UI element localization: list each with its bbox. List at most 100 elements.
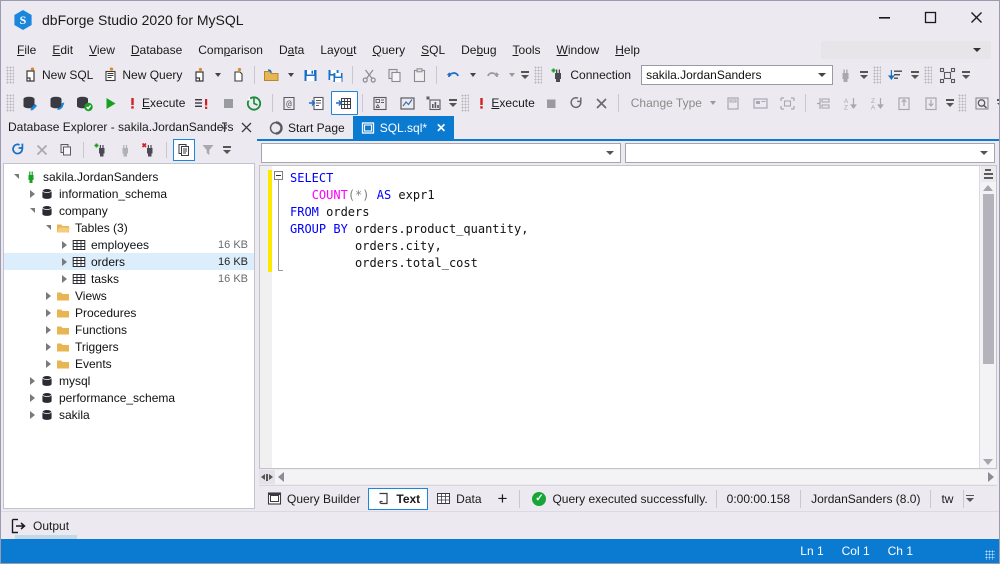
pin-icon[interactable] [217,120,231,134]
execute-to-file-button[interactable] [189,91,216,115]
change-type-button[interactable]: Change Type [623,91,706,115]
close-connection-button[interactable] [138,139,160,161]
filter-button[interactable] [197,139,219,161]
tree-node[interactable]: Events [4,355,254,372]
close-button[interactable] [953,1,999,33]
tree-node[interactable]: sakila [4,406,254,423]
new-connection-button[interactable]: Connection [545,63,635,87]
maximize-button[interactable] [907,1,953,33]
tree-node[interactable]: employees 16 KB [4,236,254,253]
toolbar-overflow-button[interactable] [996,93,999,113]
cut-button[interactable] [357,63,382,87]
hscroll-track[interactable] [275,470,997,484]
find-button[interactable] [969,91,996,115]
cancel-data-button[interactable] [589,91,614,115]
minimize-button[interactable] [861,1,907,33]
schema-combo[interactable] [261,143,621,163]
toolbar-grip[interactable] [534,66,543,84]
open-file-dropdown-arrow[interactable] [288,73,295,77]
tree-expand-arrow-icon[interactable] [42,323,55,336]
toolbar-grip[interactable] [957,94,966,112]
tree-node[interactable]: mysql [4,372,254,389]
menu-item-debug[interactable]: Debug [453,41,504,59]
object-combo[interactable] [625,143,995,163]
refresh-data-button[interactable] [564,91,589,115]
sort-button[interactable] [884,63,909,87]
disconnect-button[interactable] [114,139,136,161]
tree-collapse-arrow-icon[interactable] [42,221,55,234]
tree-expand-arrow-icon[interactable] [42,306,55,319]
duplicate-object-button[interactable] [55,139,77,161]
script-to-editor-button[interactable] [304,91,331,115]
scroll-left-arrow[interactable] [278,472,284,482]
tree-node[interactable]: company [4,202,254,219]
resize-grip[interactable] [985,550,995,560]
scroll-down-arrow[interactable] [983,459,993,465]
toolbar-overflow-button[interactable] [859,65,869,85]
layout-button[interactable] [935,63,960,87]
paste-button[interactable] [407,63,432,87]
split-handle[interactable] [259,470,275,484]
undo-button[interactable] [441,63,466,87]
new-query-button[interactable]: New Query [97,63,186,87]
sort-asc-button[interactable]: A Z [837,91,864,115]
tree-node[interactable]: Triggers [4,338,254,355]
validate-database-button[interactable] [71,91,98,115]
menu-item-data[interactable]: Data [271,41,312,59]
tree-node[interactable]: Views [4,287,254,304]
group-by-object-button[interactable] [173,139,195,161]
tree-expand-arrow-icon[interactable] [42,289,55,302]
output-panel-tab[interactable]: Output [1,511,999,539]
save-all-button[interactable] [323,63,348,87]
toolbar-overflow-button[interactable] [449,93,458,113]
redo-dropdown-arrow[interactable] [509,73,516,77]
tree-expand-arrow-icon[interactable] [26,391,39,404]
database-tree[interactable]: sakila.JordanSanders information_schema co… [3,163,255,509]
menu-item-layout[interactable]: Layout [312,41,364,59]
tree-node[interactable]: orders 16 KB [4,253,254,270]
tab-sql-sql[interactable]: SQL.sql* ✕ [352,116,455,139]
text-tab[interactable]: Text [368,487,429,510]
stop-data-button[interactable] [539,91,564,115]
toolbar-grip[interactable] [924,66,933,84]
menu-item-view[interactable]: View [81,41,123,59]
import-data-button[interactable] [918,91,945,115]
menu-search-box[interactable] [821,41,991,59]
tree-node[interactable]: tasks 16 KB [4,270,254,287]
stop-button[interactable] [216,91,241,115]
execute-data-button[interactable]: Execute [472,91,538,115]
toolbar-grip[interactable] [461,94,470,112]
tree-node[interactable]: Procedures [4,304,254,321]
execute-button[interactable]: Execute [123,91,189,115]
run-button[interactable] [98,91,123,115]
menu-item-sql[interactable]: SQL [413,41,453,59]
copy-button[interactable] [382,63,407,87]
delete-object-button[interactable] [31,139,53,161]
sql-code[interactable]: SELECT COUNT(*) AS expr1 FROM orders GROUP… [286,166,979,468]
group-panel-button[interactable] [810,91,837,115]
tree-expand-arrow-icon[interactable] [26,408,39,421]
tab-start-page[interactable]: Start Page [261,116,353,139]
menu-item-query[interactable]: Query [364,41,413,59]
toolbar-grip[interactable] [6,94,14,112]
menu-item-database[interactable]: Database [123,41,190,59]
toolbar-overflow-button[interactable] [910,65,920,85]
save-button[interactable] [298,63,323,87]
new-sql-button[interactable]: New SQL [17,63,97,87]
edit-connection-button[interactable] [17,91,44,115]
new-connection-button[interactable] [90,139,112,161]
disconnect-button[interactable] [833,63,858,87]
new-file-button[interactable] [225,63,250,87]
fit-view-button[interactable] [774,91,801,115]
close-panel-icon[interactable] [239,120,253,134]
split-editor-handle[interactable] [980,166,996,182]
scroll-up-arrow[interactable] [983,185,993,191]
fold-toggle-icon[interactable] [274,171,283,180]
tree-collapse-arrow-icon[interactable] [10,170,23,183]
editor-fold-column[interactable] [272,166,286,468]
toolbar-grip[interactable] [6,66,14,84]
refresh-explorer-button[interactable] [7,139,29,161]
tree-expand-arrow-icon[interactable] [42,357,55,370]
tree-expand-arrow-icon[interactable] [26,187,39,200]
new-object-button[interactable] [186,63,211,87]
